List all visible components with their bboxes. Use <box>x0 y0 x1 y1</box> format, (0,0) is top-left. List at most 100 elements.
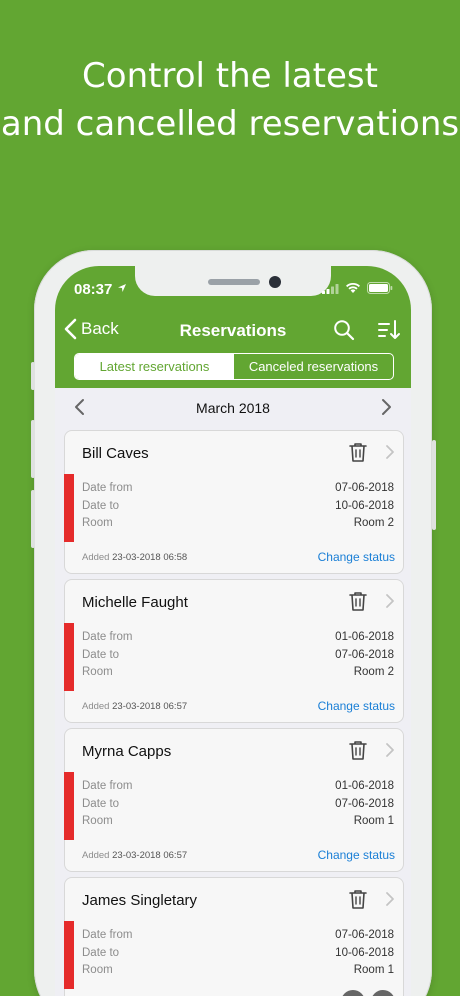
date-from-value: 01-06-2018 <box>335 631 394 643</box>
date-to-row: Date to 10-06-2018 <box>82 947 394 965</box>
date-from-label: Date from <box>82 780 133 792</box>
chevron-right-icon <box>386 892 394 906</box>
date-to-row: Date to 10-06-2018 <box>82 500 394 518</box>
date-to-row: Date to 07-06-2018 <box>82 649 394 667</box>
reservation-card[interactable]: Myrna Capps Date from 01-06-2018 Date to… <box>64 728 404 872</box>
room-row: Room Room 1 <box>82 964 394 982</box>
added-timestamp: Added 23-03-2018 06:57 <box>82 850 187 861</box>
month-selector: March 2018 <box>55 396 411 420</box>
month-label: March 2018 <box>196 400 270 416</box>
date-to-label: Date to <box>82 946 120 959</box>
app-navigation-bar: 08:37 Back Reservations Latest reservati… <box>55 266 411 388</box>
chevron-right-icon <box>386 594 394 608</box>
reservation-card[interactable]: Michelle Faught Date from 01-06-2018 Dat… <box>64 579 404 723</box>
trash-icon[interactable] <box>349 591 367 611</box>
phone-volume-down <box>31 490 35 548</box>
phone-action-button[interactable] <box>341 990 365 996</box>
date-to-value: 07-06-2018 <box>335 648 394 661</box>
date-to-value: 10-06-2018 <box>335 946 394 959</box>
reservation-card[interactable]: James Singletary Date from 07-06-2018 Da… <box>64 877 404 996</box>
added-label: Added <box>82 850 110 861</box>
headline-line-2: and cancelled reservations <box>0 104 460 144</box>
page-title: Reservations <box>179 321 287 340</box>
date-from-row: Date from 01-06-2018 <box>82 780 394 798</box>
speaker-grille <box>208 279 260 285</box>
guest-name: James Singletary <box>82 892 198 909</box>
date-to-value: 07-06-2018 <box>335 797 394 810</box>
reservation-details: Date from 07-06-2018 Date to 10-06-2018 … <box>82 929 394 982</box>
change-status-link[interactable]: Change status <box>318 848 395 862</box>
room-label: Room <box>82 517 113 529</box>
trash-icon[interactable] <box>349 442 367 462</box>
status-indicator-bar <box>64 623 74 691</box>
room-row: Room Room 2 <box>82 517 394 535</box>
change-status-link[interactable]: Change status <box>318 699 395 713</box>
tab-canceled-reservations[interactable]: Canceled reservations <box>234 354 393 379</box>
location-arrow-icon <box>118 284 126 292</box>
date-from-label: Date from <box>82 482 133 494</box>
next-month-button[interactable] <box>381 398 393 416</box>
phone-volume-up <box>31 420 35 478</box>
status-indicator-bar <box>64 772 74 840</box>
guest-name: Michelle Faught <box>82 594 188 611</box>
reservation-details: Date from 01-06-2018 Date to 07-06-2018 … <box>82 631 394 684</box>
room-value: Room 2 <box>353 517 394 529</box>
status-icons <box>322 282 393 294</box>
room-label: Room <box>82 666 113 678</box>
room-value: Room 1 <box>353 815 394 827</box>
reservation-card[interactable]: Bill Caves Date from 07-06-2018 Date to … <box>64 430 404 574</box>
reservation-details: Date from 07-06-2018 Date to 10-06-2018 … <box>82 482 394 535</box>
date-to-label: Date to <box>82 797 120 810</box>
added-date: 23-03-2018 06:57 <box>112 701 188 712</box>
added-label: Added <box>82 552 110 563</box>
date-from-row: Date from 07-06-2018 <box>82 929 394 947</box>
added-timestamp: Added 23-03-2018 06:57 <box>82 701 187 712</box>
promo-headline: Control the latest and cancelled reserva… <box>0 52 460 148</box>
room-row: Room Room 2 <box>82 666 394 684</box>
phone-mute-switch <box>31 362 35 390</box>
added-timestamp: Added 23-03-2018 06:58 <box>82 552 187 563</box>
tab-latest-reservations[interactable]: Latest reservations <box>75 354 234 379</box>
date-to-label: Date to <box>82 499 120 512</box>
added-date: 23-03-2018 06:58 <box>112 552 188 563</box>
status-time: 08:37 <box>74 281 113 298</box>
cellular-signal-icon <box>322 283 339 294</box>
date-to-row: Date to 07-06-2018 <box>82 798 394 816</box>
contact-actions <box>341 990 395 996</box>
trash-icon[interactable] <box>349 889 367 909</box>
status-indicator-bar <box>64 474 74 542</box>
phone-notch <box>135 266 331 296</box>
added-label: Added <box>82 701 110 712</box>
status-indicator-bar <box>64 921 74 989</box>
sort-icon[interactable] <box>377 319 401 341</box>
front-camera <box>269 276 281 288</box>
added-date: 23-03-2018 06:57 <box>112 850 188 861</box>
date-to-value: 10-06-2018 <box>335 499 394 512</box>
room-label: Room <box>82 964 113 976</box>
date-from-value: 07-06-2018 <box>335 929 394 941</box>
guest-name: Bill Caves <box>82 445 149 462</box>
reservation-details: Date from 01-06-2018 Date to 07-06-2018 … <box>82 780 394 833</box>
date-to-label: Date to <box>82 648 120 661</box>
reservations-segmented-control: Latest reservations Canceled reservation… <box>74 353 394 380</box>
guest-name: Myrna Capps <box>82 743 172 760</box>
room-row: Room Room 1 <box>82 815 394 833</box>
app-screen: 08:37 Back Reservations Latest reservati… <box>55 266 411 996</box>
search-icon[interactable] <box>333 319 355 341</box>
chevron-right-icon <box>386 743 394 757</box>
room-value: Room 2 <box>353 666 394 678</box>
email-action-button[interactable] <box>371 990 395 996</box>
chevron-right-icon <box>386 445 394 459</box>
change-status-link[interactable]: Change status <box>318 550 395 564</box>
date-from-row: Date from 07-06-2018 <box>82 482 394 500</box>
date-from-label: Date from <box>82 631 133 643</box>
battery-icon <box>367 282 393 294</box>
room-value: Room 1 <box>353 964 394 976</box>
headline-line-1: Control the latest <box>82 56 378 96</box>
room-label: Room <box>82 815 113 827</box>
date-from-label: Date from <box>82 929 133 941</box>
date-from-row: Date from 01-06-2018 <box>82 631 394 649</box>
trash-icon[interactable] <box>349 740 367 760</box>
wifi-icon <box>346 282 360 293</box>
date-from-value: 01-06-2018 <box>335 780 394 792</box>
